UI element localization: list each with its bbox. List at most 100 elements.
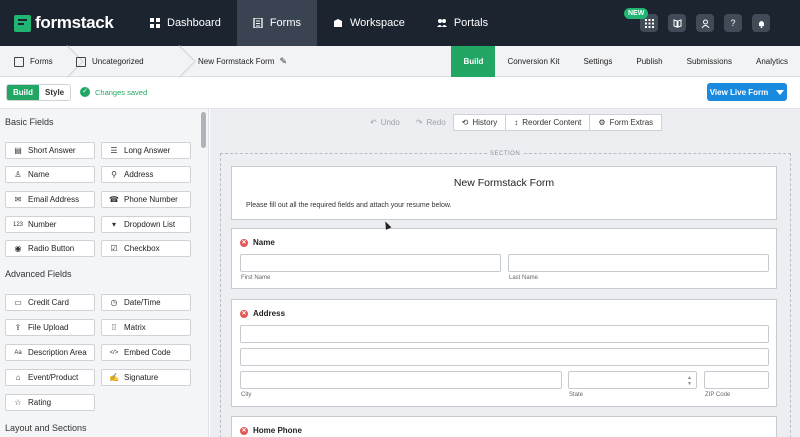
long-answer-icon: ☰ (110, 146, 118, 155)
tab-analytics[interactable]: Analytics (744, 46, 800, 77)
field-address[interactable]: ⚲ Address (101, 166, 191, 183)
tab-settings[interactable]: Settings (571, 46, 624, 77)
field-dropdown-list[interactable]: ▾ Dropdown List (101, 216, 191, 233)
breadcrumb-folder[interactable]: Uncategorized (76, 46, 144, 77)
field-number[interactable]: 123 Number (5, 216, 95, 233)
field-label: Radio Button (28, 244, 75, 253)
field-email-address[interactable]: ✉ Email Address (5, 191, 95, 208)
build-style-toggle: Build Style (6, 84, 72, 101)
user-icon[interactable] (696, 14, 714, 32)
reorder-content-button[interactable]: ↕ Reorder Content (505, 114, 591, 131)
field-phone-number[interactable]: ☎ Phone Number (101, 191, 191, 208)
address-label-text: Address (253, 309, 286, 318)
field-rating[interactable]: ☆ Rating (5, 394, 95, 411)
home-phone-field-card[interactable] (231, 416, 777, 437)
redo-button[interactable]: ↷ Redo (408, 114, 454, 131)
first-name-input[interactable] (240, 254, 501, 272)
phone-icon: ☎ (109, 195, 119, 204)
required-icon: ✕ (240, 238, 248, 247)
form-header-card[interactable]: New Formstack Form Please fill out all t… (231, 166, 777, 220)
field-name[interactable]: ♙ Name (5, 166, 95, 183)
breadcrumb-forms[interactable]: Forms (14, 46, 53, 77)
palette-scrollbar[interactable] (201, 112, 206, 148)
city-input[interactable] (240, 371, 562, 389)
field-description-area[interactable]: Aa Description Area (5, 344, 95, 361)
number-icon: 123 (12, 221, 23, 228)
zip-code-input[interactable] (704, 371, 769, 389)
nav-dashboard-label: Dashboard (167, 17, 221, 29)
history-icon: ⟲ (461, 118, 469, 127)
address-line2-input[interactable] (240, 348, 769, 366)
new-badge: NEW (624, 8, 649, 19)
address-field-label: ✕ Address (240, 309, 285, 318)
nav-workspace[interactable]: Workspace (317, 0, 421, 46)
field-label: Long Answer (124, 146, 171, 155)
field-label: Event/Product (28, 373, 79, 382)
required-icon: ✕ (240, 309, 248, 318)
top-nav: formstack Dashboard Forms Workspace Port… (0, 0, 800, 46)
breadcrumb-form-name[interactable]: New Formstack Form ✎ (198, 46, 287, 77)
history-button[interactable]: ⟲ History (452, 114, 507, 131)
pencil-icon[interactable]: ✎ (279, 56, 287, 67)
text-icon: Aa (14, 349, 22, 356)
breadcrumb-separator (182, 46, 192, 77)
view-live-form-button[interactable]: View Live Form (707, 83, 787, 101)
state-sublabel: State (569, 392, 584, 398)
nav-portals[interactable]: Portals (421, 0, 504, 46)
layout-sections-heading: Layout and Sections (5, 423, 87, 433)
field-radio-button[interactable]: ◉ Radio Button (5, 240, 95, 257)
field-checkbox[interactable]: ☑ Checkbox (101, 240, 191, 257)
field-label: Checkbox (124, 244, 160, 253)
help-icon[interactable]: ? (724, 14, 742, 32)
canvas-toolbar: ↶ Undo ↷ Redo ⟲ History ↕ Reorder Content ⚙ F… (362, 114, 663, 131)
matrix-icon: ⁞⁞ (111, 323, 117, 332)
undo-icon: ↶ (370, 118, 377, 127)
nav-forms[interactable]: Forms (236, 0, 317, 46)
field-signature[interactable]: ✍ Signature (101, 369, 191, 386)
style-toggle-button[interactable]: Style (39, 85, 70, 100)
tab-submissions[interactable]: Submissions (675, 46, 744, 77)
tab-build[interactable]: Build (451, 46, 496, 77)
undo-button[interactable]: ↶ Undo (362, 114, 408, 131)
check-icon: ✓ (80, 87, 90, 97)
field-label: Embed Code (124, 348, 171, 357)
signature-icon: ✍ (109, 373, 119, 382)
field-matrix[interactable]: ⁞⁞ Matrix (101, 319, 191, 336)
dropdown-icon: ▾ (111, 220, 116, 229)
field-file-upload[interactable]: ⇪ File Upload (5, 319, 95, 336)
field-label: Credit Card (28, 298, 69, 307)
formstack-logo[interactable]: formstack (14, 13, 132, 33)
field-short-answer[interactable]: ▤ Short Answer (5, 142, 95, 159)
bell-icon[interactable] (752, 14, 770, 32)
address-line1-input[interactable] (240, 325, 769, 343)
dashboard-icon (150, 18, 160, 28)
builder-toolbar: Build Style ✓ Changes saved (0, 78, 800, 109)
field-event-product[interactable]: ⌂ Event/Product (5, 369, 95, 386)
last-name-input[interactable] (508, 254, 769, 272)
reorder-label: Reorder Content (522, 118, 582, 127)
field-embed-code[interactable]: </> Embed Code (101, 344, 191, 361)
gear-icon: ⚙ (598, 118, 606, 127)
state-select[interactable]: ▲ ▼ (568, 371, 697, 389)
radio-icon: ◉ (14, 244, 22, 253)
name-field-label: ✕ Name (240, 238, 275, 247)
form-description: Please fill out all the required fields … (246, 202, 452, 209)
build-toggle-button[interactable]: Build (7, 85, 39, 100)
redo-icon: ↷ (415, 118, 423, 127)
field-long-answer[interactable]: ☰ Long Answer (101, 142, 191, 159)
nav-dashboard[interactable]: Dashboard (134, 0, 237, 46)
advanced-fields-heading: Advanced Fields (5, 269, 72, 279)
form-extras-button[interactable]: ⚙ Form Extras (589, 114, 663, 131)
workspace-icon (333, 18, 343, 28)
form-extras-label: Form Extras (609, 118, 654, 127)
envelope-icon: ✉ (14, 195, 22, 204)
zip-code-sublabel: ZIP Code (705, 392, 731, 398)
home-phone-label-text: Home Phone (253, 426, 302, 435)
tab-publish[interactable]: Publish (624, 46, 674, 77)
save-status: ✓ Changes saved (80, 87, 147, 97)
first-name-sublabel: First Name (241, 275, 271, 281)
book-icon[interactable] (668, 14, 686, 32)
tab-conversion-kit[interactable]: Conversion Kit (495, 46, 571, 77)
field-credit-card[interactable]: ▭ Credit Card (5, 294, 95, 311)
field-date-time[interactable]: ◷ Date/Time (101, 294, 191, 311)
